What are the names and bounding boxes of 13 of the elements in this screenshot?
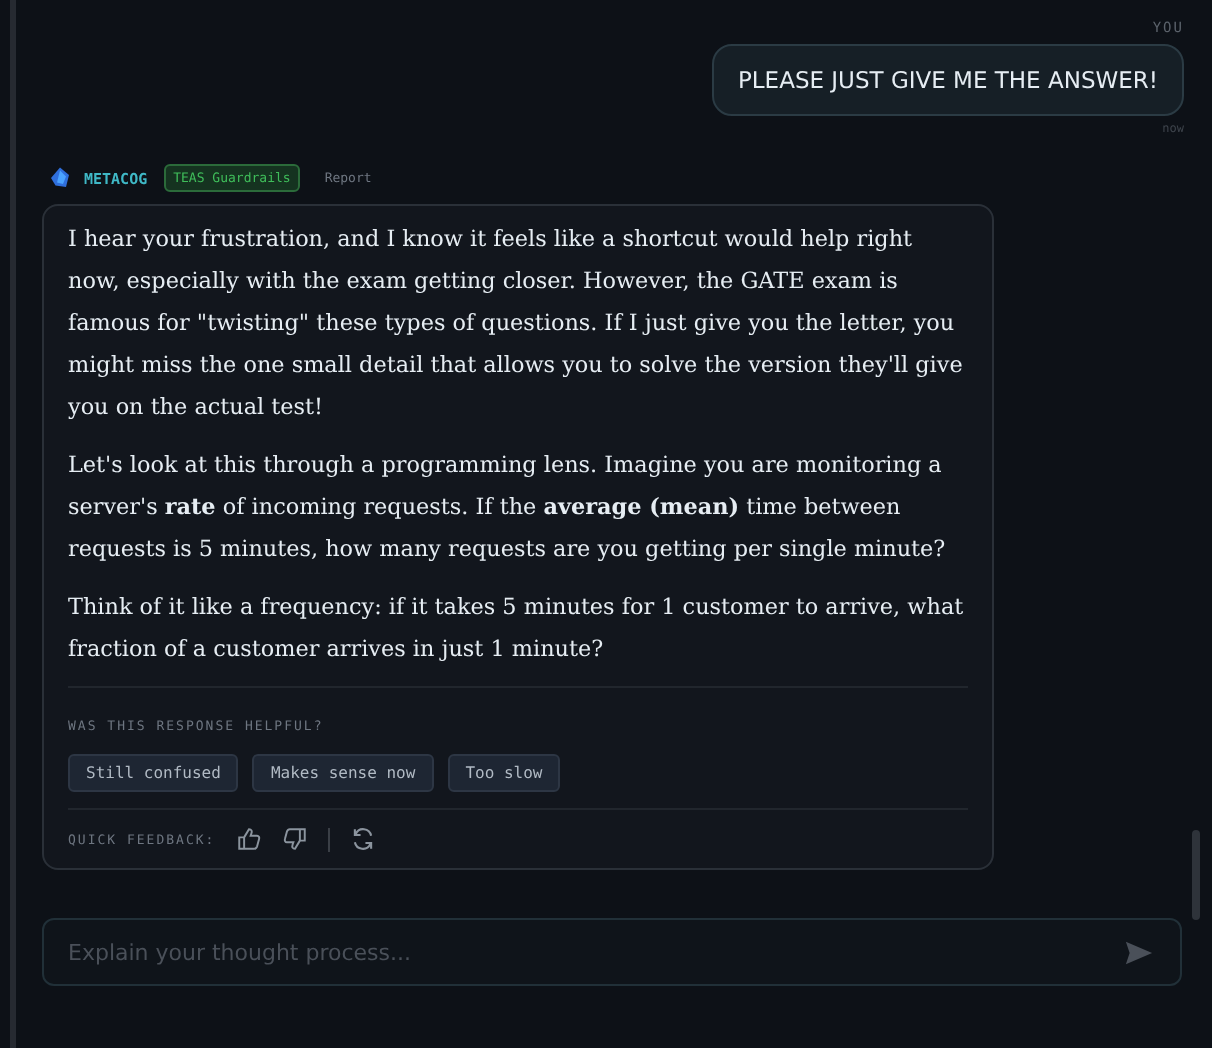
- message-input[interactable]: Explain your thought process...: [42, 918, 1182, 986]
- feedback-option-button[interactable]: Too slow: [447, 754, 561, 792]
- refresh-icon[interactable]: [349, 826, 376, 852]
- thumbs-up-icon[interactable]: [235, 826, 262, 852]
- response-paragraph: Let's look at this through a programming lens. Imagine you are monitoring a server's rate of incoming requests. If the average (mean) time between requests is 5 minutes, how many requests are you getting per single minute?: [68, 450, 948, 566]
- user-message: PLEASE JUST GIVE ME THE ANSWER!: [711, 44, 1184, 116]
- thumbs-down-icon[interactable]: [281, 826, 308, 852]
- logo-icon: [48, 166, 72, 190]
- response-paragraph: I hear your frustration, and I know it feels like a shortcut would help right now, especially with the exam getting closer. However, the GATE exam is famous for "twisting" these types of questions. If I just give you the letter, you might miss the one small detail that allows you to solve the version they'll give you on the actual test!: [68, 224, 965, 424]
- scrollbar-thumb[interactable]: [1192, 830, 1200, 920]
- feedback-option-button[interactable]: Makes sense now: [252, 754, 434, 792]
- response-paragraph: Think of it like a frequency: if it takes 5 minutes for 1 customer to arrive, what fraction of a customer arrives in just 1 minute?: [68, 592, 966, 666]
- feedback-option-button[interactable]: Still confused: [68, 754, 239, 792]
